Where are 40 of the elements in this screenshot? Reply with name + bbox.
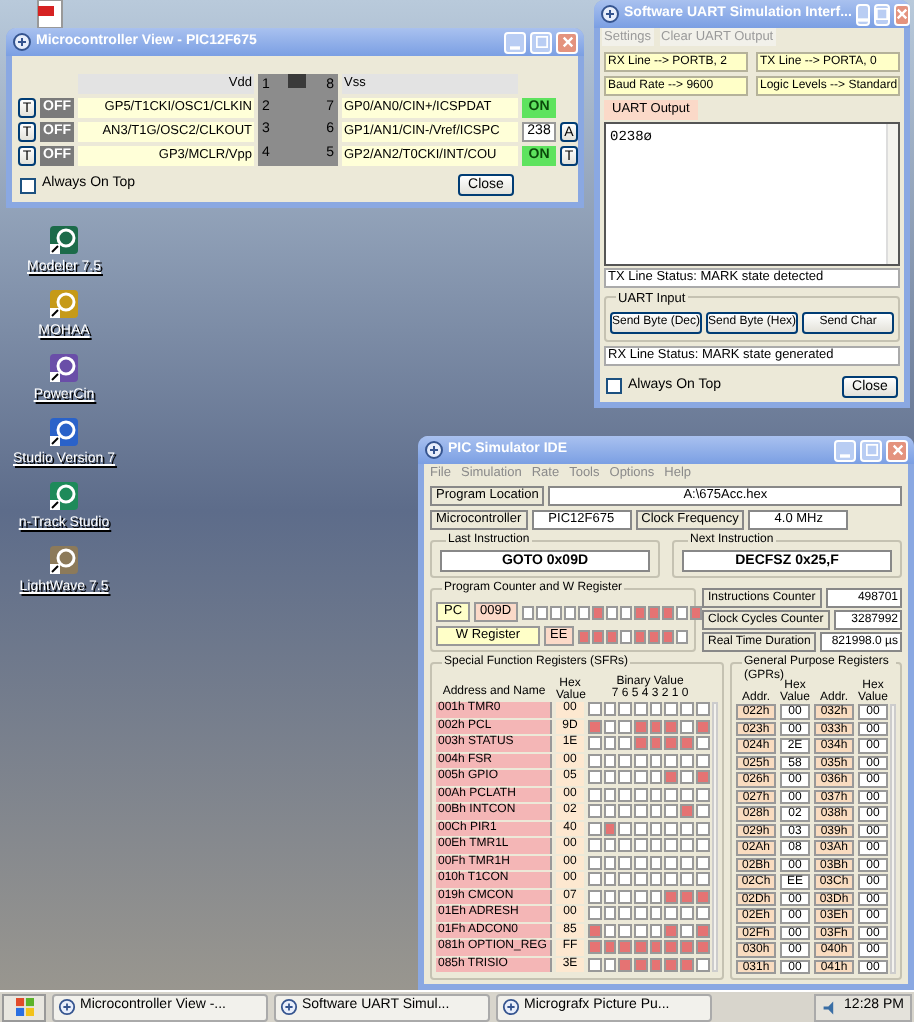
windows-logo-icon: [15, 998, 33, 1016]
minimize-button[interactable]: [504, 31, 526, 53]
maximize-button[interactable]: [530, 31, 552, 53]
app-icon: [280, 998, 298, 1016]
document-icon: [36, 0, 64, 28]
shortcut-icon: [48, 352, 80, 384]
maximize-button[interactable]: [860, 439, 882, 461]
app-icon: [12, 32, 32, 52]
app-icon: [600, 4, 620, 24]
minimize-icon: [510, 45, 520, 49]
app-icon: [424, 440, 444, 460]
maximize-icon: [535, 36, 547, 48]
close-button[interactable]: [556, 31, 578, 53]
maximize-icon: [865, 444, 877, 456]
scrollbar[interactable]: [886, 123, 898, 264]
minimize-icon: [857, 17, 868, 21]
shortcut-icon: [48, 416, 80, 448]
close-icon: [561, 36, 573, 48]
start-button[interactable]: [2, 993, 46, 1021]
close-button[interactable]: [893, 3, 910, 25]
scrollbar[interactable]: [711, 702, 718, 972]
app-icon: [58, 998, 76, 1016]
shortcut-icon: [48, 480, 80, 512]
close-button[interactable]: [886, 439, 908, 461]
maximize-icon: [875, 8, 888, 20]
close-icon: [891, 444, 903, 456]
minimize-button[interactable]: [834, 439, 856, 461]
maximize-button[interactable]: [873, 3, 890, 25]
shortcut-icon: [48, 224, 80, 256]
scrollbar[interactable]: [890, 704, 896, 974]
speaker-icon: [822, 999, 839, 1015]
close-icon: [895, 8, 908, 20]
checkbox[interactable]: [20, 177, 36, 193]
shortcut-icon: [48, 288, 80, 320]
checkbox[interactable]: [606, 378, 622, 394]
shortcut-icon: [48, 544, 80, 576]
minimize-button[interactable]: [855, 3, 870, 25]
app-icon: [502, 998, 520, 1016]
minimize-icon: [840, 453, 850, 457]
chip-notch: [288, 74, 306, 88]
